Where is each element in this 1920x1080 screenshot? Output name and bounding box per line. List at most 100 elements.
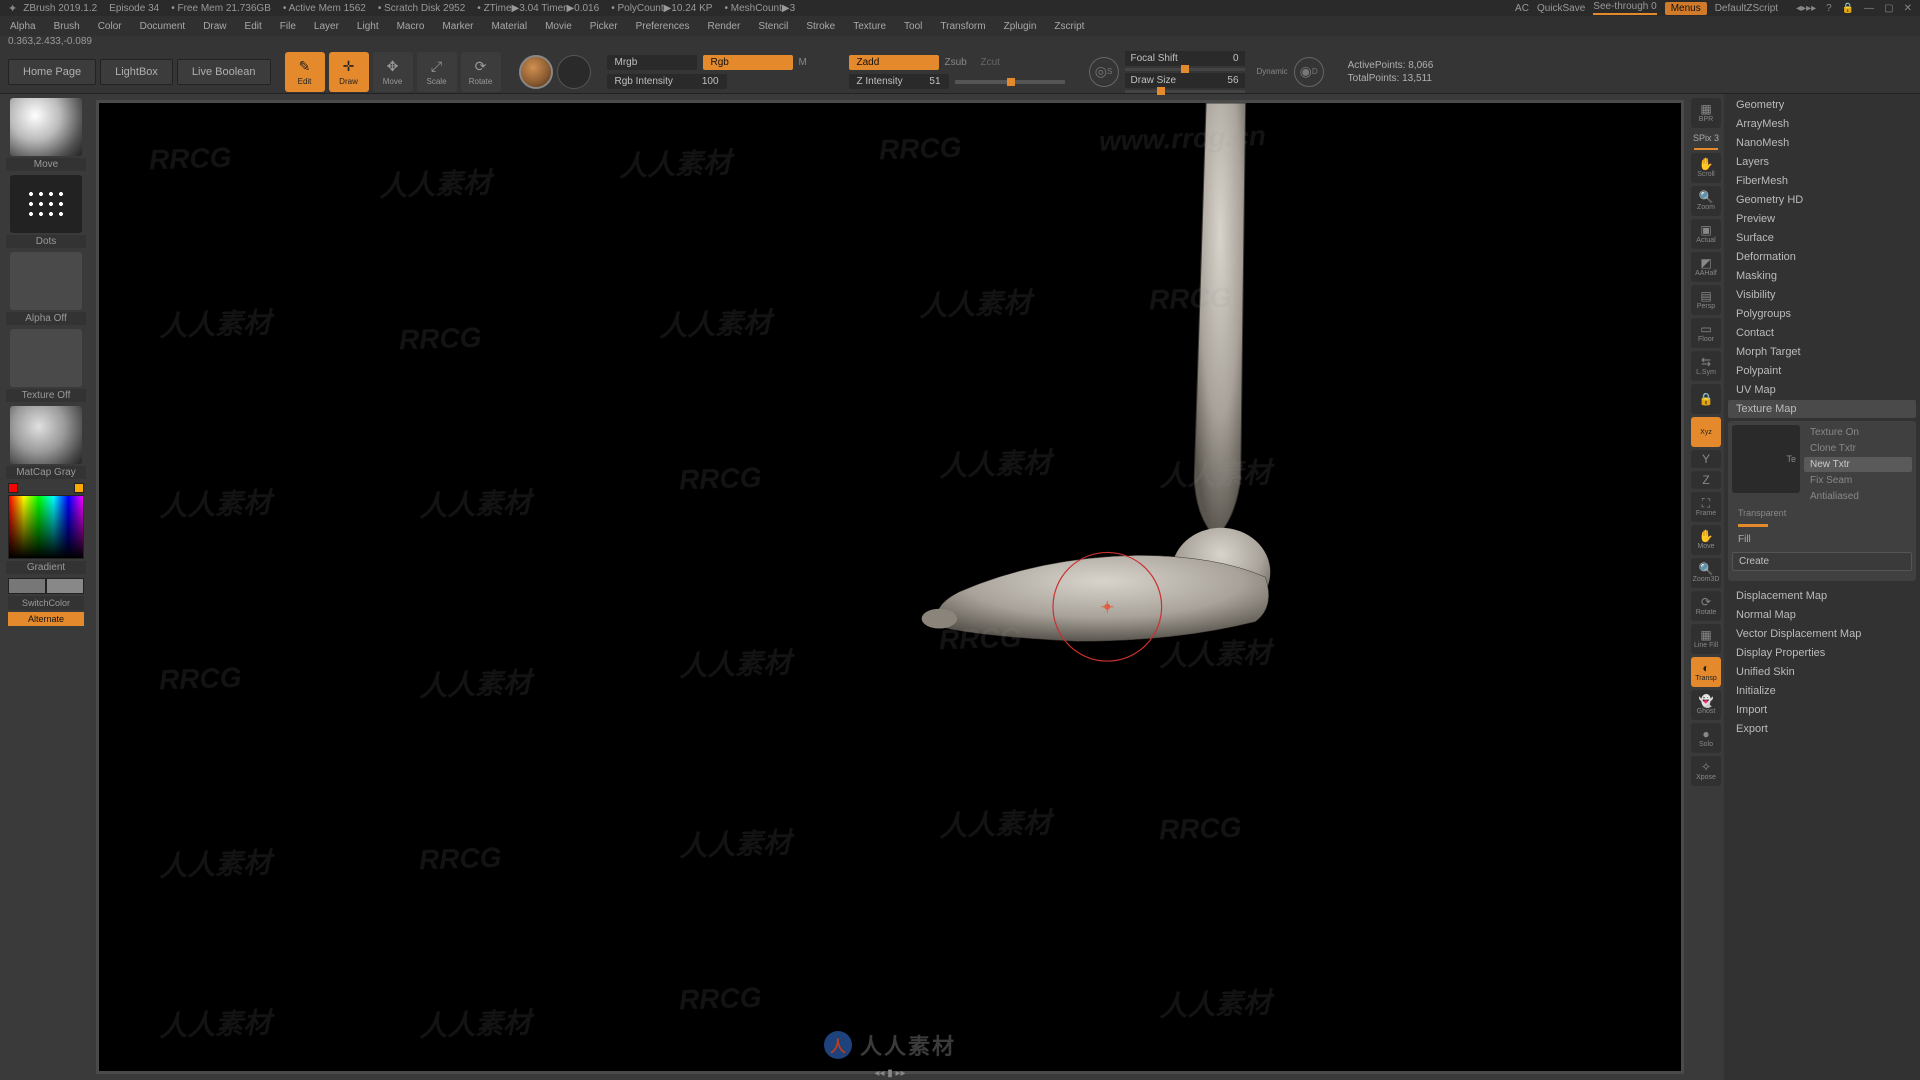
fix-seam-button[interactable]: Fix Seam <box>1804 473 1912 488</box>
xpose-button[interactable]: ✧Xpose <box>1691 756 1721 786</box>
z-intensity-slider[interactable]: Z Intensity 51 <box>849 74 949 89</box>
zcut-button[interactable]: Zcut <box>981 57 1011 68</box>
mrgb-button[interactable]: Mrgb <box>607 55 697 70</box>
menu-render[interactable]: Render <box>708 21 741 32</box>
menu-texture[interactable]: Texture <box>853 21 886 32</box>
new-txtr-button[interactable]: New Txtr <box>1804 457 1912 472</box>
seethrough-slider[interactable]: See-through 0 <box>1593 1 1656 15</box>
sculptris-toggle[interactable] <box>519 55 553 89</box>
panel-contact[interactable]: Contact <box>1728 324 1916 342</box>
panel-arraymesh[interactable]: ArrayMesh <box>1728 115 1916 133</box>
panel-normal-map[interactable]: Normal Map <box>1728 606 1916 624</box>
focal-shift-slider[interactable]: Focal Shift0 <box>1125 51 1245 66</box>
dynamesh-toggle[interactable] <box>557 55 591 89</box>
panel-nanomesh[interactable]: NanoMesh <box>1728 134 1916 152</box>
rgb-button[interactable]: Rgb <box>703 55 793 70</box>
stroke-thumbnail[interactable] <box>10 175 82 233</box>
texture-on-button[interactable]: Texture On <box>1804 425 1912 440</box>
menu-tool[interactable]: Tool <box>904 21 922 32</box>
panel-masking[interactable]: Masking <box>1728 267 1916 285</box>
menu-picker[interactable]: Picker <box>590 21 618 32</box>
menu-edit[interactable]: Edit <box>245 21 262 32</box>
panel-uv-map[interactable]: UV Map <box>1728 381 1916 399</box>
zsub-button[interactable]: Zsub <box>945 57 975 68</box>
panel-deformation[interactable]: Deformation <box>1728 248 1916 266</box>
focal-icon[interactable]: ◎S <box>1089 57 1119 87</box>
canvas[interactable]: RRCG人人素材人人素材RRCGwww.rrcg.cn人人素材RRCG人人素材人… <box>96 100 1684 1074</box>
move3d-button[interactable]: ✋Move <box>1691 525 1721 555</box>
panel-import[interactable]: Import <box>1728 701 1916 719</box>
brush-thumbnail[interactable] <box>10 98 82 156</box>
menu-movie[interactable]: Movie <box>545 21 572 32</box>
lock-icon[interactable]: 🔒 <box>1842 3 1854 14</box>
zoom-button[interactable]: 🔍Zoom <box>1691 186 1721 216</box>
bpr-button[interactable]: ▦BPR <box>1691 98 1721 128</box>
gradient-label[interactable]: Gradient <box>6 561 86 574</box>
live-boolean-button[interactable]: Live Boolean <box>177 59 271 85</box>
menu-document[interactable]: Document <box>140 21 186 32</box>
texture-map-header[interactable]: Texture Map <box>1728 400 1916 418</box>
z-button[interactable]: Z <box>1691 471 1721 489</box>
rotate3d-button[interactable]: ⟳Rotate <box>1691 591 1721 621</box>
panel-polygroups[interactable]: Polygroups <box>1728 305 1916 323</box>
m-button[interactable]: M <box>799 57 815 68</box>
antialiased-button[interactable]: Antialiased <box>1804 489 1912 504</box>
frame-button[interactable]: ⛶Frame <box>1691 492 1721 522</box>
alternate-button[interactable]: Alternate <box>8 612 84 626</box>
panel-unified-skin[interactable]: Unified Skin <box>1728 663 1916 681</box>
panel-fibermesh[interactable]: FiberMesh <box>1728 172 1916 190</box>
lock-button[interactable]: 🔒 <box>1691 384 1721 414</box>
transp-button[interactable]: ◐Transp <box>1691 657 1721 687</box>
dynamic-icon[interactable]: ◉D <box>1294 57 1324 87</box>
panel-initialize[interactable]: Initialize <box>1728 682 1916 700</box>
menu-stencil[interactable]: Stencil <box>758 21 788 32</box>
texture-map-thumbnail[interactable]: Te <box>1732 425 1800 493</box>
dynamic-label[interactable]: Dynamic <box>1257 67 1288 76</box>
clone-txtr-button[interactable]: Clone Txtr <box>1804 441 1912 456</box>
draw-mode-button[interactable]: ✛Draw <box>329 52 369 92</box>
panel-geometry-hd[interactable]: Geometry HD <box>1728 191 1916 209</box>
spix-label[interactable]: SPix 3 <box>1693 133 1719 143</box>
y-button[interactable]: Y <box>1691 450 1721 468</box>
move-mode-button[interactable]: ✥Move <box>373 52 413 92</box>
lightbox-button[interactable]: LightBox <box>100 59 173 85</box>
menu-marker[interactable]: Marker <box>442 21 473 32</box>
panel-surface[interactable]: Surface <box>1728 229 1916 247</box>
fill-button[interactable]: Fill <box>1732 531 1912 548</box>
quicksave-button[interactable]: QuickSave <box>1537 3 1585 14</box>
menu-draw[interactable]: Draw <box>203 21 226 32</box>
timeline-handle[interactable]: ◂◂ ▮ ▸▸ <box>874 1068 905 1079</box>
panel-geometry[interactable]: Geometry <box>1728 96 1916 114</box>
rotate-mode-button[interactable]: ⟳Rotate <box>461 52 501 92</box>
panel-displacement-map[interactable]: Displacement Map <box>1728 587 1916 605</box>
texture-thumbnail[interactable] <box>10 329 82 387</box>
menu-zplugin[interactable]: Zplugin <box>1004 21 1037 32</box>
maximize-icon[interactable]: ▢ <box>1884 3 1893 14</box>
switchcolor-button[interactable]: SwitchColor <box>8 596 84 610</box>
help-icon[interactable]: ? <box>1826 3 1832 14</box>
minimize-icon[interactable]: — <box>1864 3 1874 14</box>
panel-export[interactable]: Export <box>1728 720 1916 738</box>
menu-transform[interactable]: Transform <box>940 21 985 32</box>
alpha-thumbnail[interactable] <box>10 252 82 310</box>
panel-layers[interactable]: Layers <box>1728 153 1916 171</box>
panel-preview[interactable]: Preview <box>1728 210 1916 228</box>
menu-stroke[interactable]: Stroke <box>806 21 835 32</box>
menu-light[interactable]: Light <box>357 21 379 32</box>
material-thumbnail[interactable] <box>10 406 82 464</box>
scroll-button[interactable]: ✋Scroll <box>1691 153 1721 183</box>
zoom3d-button[interactable]: 🔍Zoom3D <box>1691 558 1721 588</box>
solo-button[interactable]: ●Solo <box>1691 723 1721 753</box>
menu-color[interactable]: Color <box>98 21 122 32</box>
menus-button[interactable]: Menus <box>1665 2 1707 15</box>
menu-preferences[interactable]: Preferences <box>636 21 690 32</box>
menu-material[interactable]: Material <box>492 21 528 32</box>
panel-visibility[interactable]: Visibility <box>1728 286 1916 304</box>
menu-brush[interactable]: Brush <box>54 21 80 32</box>
menu-macro[interactable]: Macro <box>397 21 425 32</box>
edit-mode-button[interactable]: ✎Edit <box>285 52 325 92</box>
create-button[interactable]: Create <box>1732 552 1912 571</box>
xyz-button[interactable]: Xyz <box>1691 417 1721 447</box>
color-picker[interactable] <box>8 495 84 559</box>
menu-file[interactable]: File <box>280 21 296 32</box>
